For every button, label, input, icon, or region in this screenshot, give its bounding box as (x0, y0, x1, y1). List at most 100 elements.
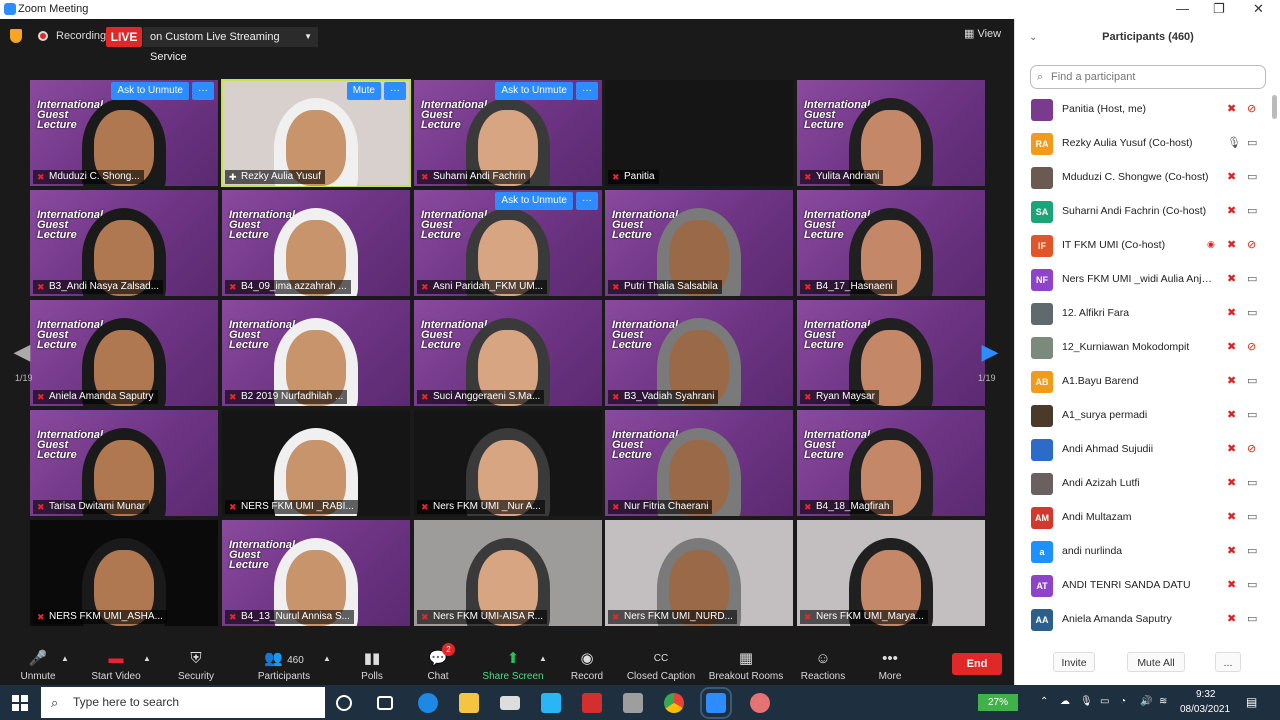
clock-time[interactable]: 9:32 (1196, 689, 1215, 700)
video-tile[interactable]: International Guest Lecture ✖ B4_17_Hasnaeni (797, 190, 985, 296)
notifications-icon[interactable]: ▤ (1246, 695, 1257, 709)
prev-page-arrow-icon[interactable]: ◀ (10, 339, 34, 365)
video-tile[interactable]: International Guest Lecture ✖ Aniela Amanda … (30, 300, 218, 406)
record-button[interactable]: ◉ Record (566, 639, 608, 685)
more-button[interactable]: ••• More (870, 639, 910, 685)
snipping-tool-icon[interactable] (750, 693, 770, 713)
video-tile[interactable]: ✖ Ners FKM UMI_Marya... (797, 520, 985, 626)
unmute-button[interactable]: 🎤 Unmute (16, 639, 60, 685)
video-tile[interactable]: International Guest Lecture ✖ Suci Anggeraen… (414, 300, 602, 406)
next-page-arrow-icon[interactable]: ▶ (978, 339, 1002, 365)
battery-indicator[interactable]: 27% (978, 694, 1018, 711)
camera-icon[interactable] (623, 693, 643, 713)
mute-all-button[interactable]: Mute All (1127, 652, 1185, 672)
video-tile[interactable]: International Guest Lecture ✖ Nur Fitria Cha… (605, 410, 793, 516)
participant-row[interactable]: NF Ners FKM UMI _widi Aulia Anjasa... ✖ ▭ (1015, 263, 1267, 297)
wifi-icon[interactable]: ◔ (1120, 696, 1126, 707)
recording-label[interactable]: Recording (56, 30, 106, 42)
mute-participant-button[interactable]: Mute (346, 82, 381, 100)
video-tile[interactable]: International Guest Lecture ✖ Mduduzi C. Sho… (30, 80, 218, 186)
video-options-caret[interactable]: ▲ (142, 639, 152, 685)
mcafee-icon[interactable] (582, 693, 602, 713)
chat-button[interactable]: 💬 2 Chat (416, 639, 460, 685)
video-tile[interactable]: International Guest Lecture ✖ B4_18_Magfirah (797, 410, 985, 516)
participant-row[interactable]: Panitia (Host, me) ✖ ⊘ (1015, 93, 1267, 127)
microphone-icon[interactable]: 🎙 (1080, 696, 1093, 707)
invite-button[interactable]: Invite (1053, 652, 1095, 672)
video-tile[interactable]: International Guest Lecture ✖ Ryan Maysar (797, 300, 985, 406)
video-tile[interactable]: International Guest Lecture ✖ Putri Thalia S… (605, 190, 793, 296)
participants-button[interactable]: 👥 460 Participants (252, 639, 316, 685)
participant-row[interactable]: A1_surya permadi ✖ ▭ (1015, 399, 1267, 433)
video-tile[interactable]: ✖ Panitia (605, 80, 793, 186)
video-tile[interactable]: International Guest Lecture ✖ Suharni Andi F… (414, 80, 602, 186)
live-service-dropdown[interactable]: on Custom Live Streaming Service ▼ (143, 27, 318, 63)
video-tile[interactable]: International Guest Lecture ✖ Tarisa Dwitami… (30, 410, 218, 516)
participant-search-input[interactable]: ⌕ Find a participant (1030, 65, 1266, 89)
participant-row[interactable]: 12_Kurniawan Mokodompit ✖ ⊘ (1015, 331, 1267, 365)
video-tile[interactable]: ✖ Ners FKM UMI_NURD... (605, 520, 793, 626)
tile-more-button[interactable]: ··· (192, 82, 214, 100)
cortana-icon[interactable] (336, 695, 352, 711)
polls-button[interactable]: ▮▮ Polls (352, 639, 392, 685)
language-icon[interactable]: ≋ (1159, 696, 1167, 707)
end-meeting-button[interactable]: End (952, 653, 1002, 675)
video-tile[interactable]: International Guest Lecture ✖ B4_09_ima azza… (222, 190, 410, 296)
start-video-button[interactable]: ▬ Start Video (88, 639, 144, 685)
participant-list-scrollbar[interactable] (1272, 95, 1277, 119)
participant-row[interactable]: AA Aniela Amanda Saputry ✖ ▭ (1015, 603, 1267, 637)
video-tile[interactable]: International Guest Lecture ✖ Asni Paridah_F… (414, 190, 602, 296)
tile-more-button[interactable]: ··· (384, 82, 406, 100)
participant-row[interactable]: AM Andi Multazam ✖ ▭ (1015, 501, 1267, 535)
app-l-icon[interactable] (541, 693, 561, 713)
edge-icon[interactable] (418, 693, 438, 713)
security-button[interactable]: ⛨ Security (172, 639, 220, 685)
mail-icon[interactable] (500, 696, 520, 710)
share-options-caret[interactable]: ▲ (538, 639, 548, 685)
participant-row[interactable]: 12. Alfikri Fara ✖ ▭ (1015, 297, 1267, 331)
participant-row[interactable]: SA Suharni Andi Fachrin (Co-host) ✖ ▭ (1015, 195, 1267, 229)
breakout-rooms-button[interactable]: ▦ Breakout Rooms (706, 639, 786, 685)
chrome-icon[interactable] (664, 693, 684, 713)
shield-icon[interactable] (10, 29, 22, 43)
participant-row[interactable]: AT ANDI TENRI SANDA DATU ✖ ▭ (1015, 569, 1267, 603)
ask-to-unmute-button[interactable]: Ask to Unmute (495, 192, 573, 210)
tile-more-button[interactable]: ··· (576, 82, 598, 100)
participant-row[interactable]: a andi nurlinda ✖ ▭ (1015, 535, 1267, 569)
tray-chevron-icon[interactable]: ⌃ (1040, 696, 1048, 707)
minimize-button[interactable]: — (1176, 1, 1189, 16)
ask-to-unmute-button[interactable]: Ask to Unmute (111, 82, 189, 100)
video-tile[interactable]: ✖ Ners FKM UMI _Nur A... (414, 410, 602, 516)
ask-to-unmute-button[interactable]: Ask to Unmute (495, 82, 573, 100)
participant-row[interactable]: Andi Azizah Lutfi ✖ ▭ (1015, 467, 1267, 501)
closed-caption-button[interactable]: CC Closed Caption (624, 639, 698, 685)
file-explorer-icon[interactable] (459, 693, 479, 713)
windows-start-icon[interactable] (12, 695, 28, 711)
video-tile[interactable]: International Guest Lecture ✖ B3_Vadiah Syah… (605, 300, 793, 406)
video-tile[interactable]: ✚ Rezky Aulia Yusuf Mute ··· (221, 79, 411, 187)
share-screen-button[interactable]: ⬆ Share Screen (480, 639, 546, 685)
task-view-icon[interactable] (377, 696, 393, 710)
view-button[interactable]: ▦ View (964, 27, 1001, 40)
taskbar-search-input[interactable]: ⌕ Type here to search (41, 687, 325, 718)
video-tile[interactable]: International Guest Lecture ✖ B2 2019 Nurfad… (222, 300, 410, 406)
reactions-button[interactable]: ☺ Reactions (798, 639, 848, 685)
video-tile[interactable]: International Guest Lecture ✖ Yulita Andrian… (797, 80, 985, 186)
clock-date[interactable]: 08/03/2021 (1180, 704, 1230, 715)
tile-more-button[interactable]: ··· (576, 192, 598, 210)
participant-row[interactable]: Andi Ahmad Sujudii ✖ ⊘ (1015, 433, 1267, 467)
participants-options-caret[interactable]: ▲ (322, 639, 332, 685)
video-tile[interactable]: International Guest Lecture ✖ B4_13_Nurul An… (222, 520, 410, 626)
video-tile[interactable]: ✖ Ners FKM UMI-AISA R... (414, 520, 602, 626)
close-button[interactable]: ✕ (1253, 1, 1264, 17)
video-tile[interactable]: ✖ NERS FKM UMI _RABI... (222, 410, 410, 516)
network-icon[interactable]: ☁ (1060, 696, 1070, 707)
audio-options-caret[interactable]: ▲ (60, 639, 70, 685)
participant-row[interactable]: AB A1.Bayu Barend ✖ ▭ (1015, 365, 1267, 399)
participant-row[interactable]: IF IT FKM UMI (Co-host) ◉ ✖ ⊘ (1015, 229, 1267, 263)
participant-row[interactable]: RA Rezky Aulia Yusuf (Co-host) 🎙 ▭ (1015, 127, 1267, 161)
video-tile[interactable]: International Guest Lecture ✖ B3_Andi Nasya … (30, 190, 218, 296)
video-tile[interactable]: ✖ NERS FKM UMI_ASHA... (30, 520, 218, 626)
participant-row[interactable]: Mduduzi C. Shongwe (Co-host) ✖ ▭ (1015, 161, 1267, 195)
restore-button[interactable]: ❐ (1213, 1, 1225, 17)
